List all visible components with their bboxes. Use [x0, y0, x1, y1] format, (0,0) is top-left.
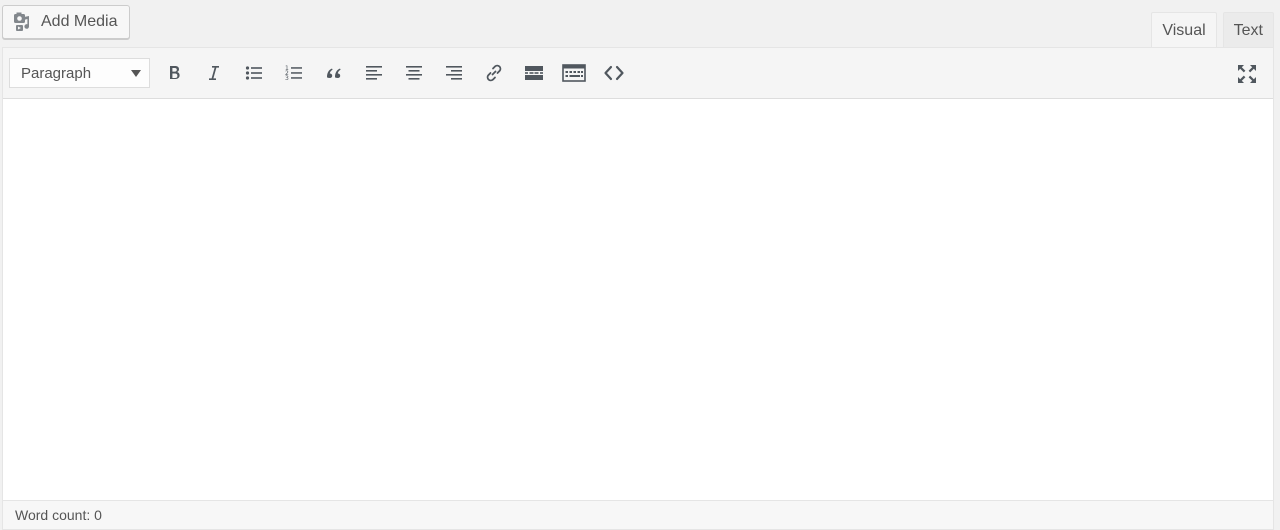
italic-icon — [209, 66, 219, 80]
numbered-list-button[interactable]: 1 2 3 — [274, 55, 314, 91]
editor-frame: Paragraph 1 2 3 Word count: 0 — [2, 47, 1274, 530]
svg-text:3: 3 — [285, 75, 289, 82]
formatting-toolbar: Paragraph 1 2 3 — [3, 48, 1273, 99]
add-media-label: Add Media — [41, 13, 118, 30]
bulleted-list-icon — [245, 66, 262, 80]
bulleted-list-button[interactable] — [234, 55, 274, 91]
editor-wrapper: Add Media Visual Text Paragraph 1 2 3 Wo… — [0, 0, 1280, 530]
align-left-icon — [366, 66, 382, 80]
editor-tabs: Visual Text — [1151, 12, 1274, 49]
tab-text[interactable]: Text — [1222, 12, 1274, 48]
blockquote-icon — [327, 68, 341, 78]
link-icon — [486, 64, 502, 82]
bold-icon — [170, 66, 180, 79]
tab-visual[interactable]: Visual — [1151, 12, 1217, 49]
blockquote-button[interactable] — [314, 55, 354, 91]
add-media-button[interactable]: Add Media — [2, 5, 130, 39]
bold-button[interactable] — [154, 55, 194, 91]
media-icon — [13, 11, 35, 33]
align-right-icon — [446, 66, 462, 80]
editor-statusbar: Word count: 0 — [3, 500, 1273, 529]
align-center-button[interactable] — [394, 55, 434, 91]
align-left-button[interactable] — [354, 55, 394, 91]
italic-button[interactable] — [194, 55, 234, 91]
read-more-button[interactable] — [514, 55, 554, 91]
chevron-down-icon — [131, 70, 141, 77]
read-more-icon — [525, 66, 543, 80]
editor-content-area[interactable] — [3, 99, 1273, 501]
fullscreen-button[interactable] — [1235, 62, 1259, 86]
toolbar-toggle-button[interactable] — [554, 55, 594, 91]
align-right-button[interactable] — [434, 55, 474, 91]
paragraph-format-select[interactable]: Paragraph — [9, 58, 150, 88]
fullscreen-icon — [1238, 65, 1256, 83]
word-count: Word count: 0 — [15, 507, 102, 523]
toolbar-toggle-icon — [562, 64, 586, 82]
code-icon — [604, 65, 624, 81]
numbered-list-icon: 1 2 3 — [285, 65, 302, 82]
align-center-icon — [406, 66, 422, 80]
insert-link-button[interactable] — [474, 55, 514, 91]
code-button[interactable] — [594, 55, 634, 91]
format-select-value: Paragraph — [21, 64, 92, 82]
